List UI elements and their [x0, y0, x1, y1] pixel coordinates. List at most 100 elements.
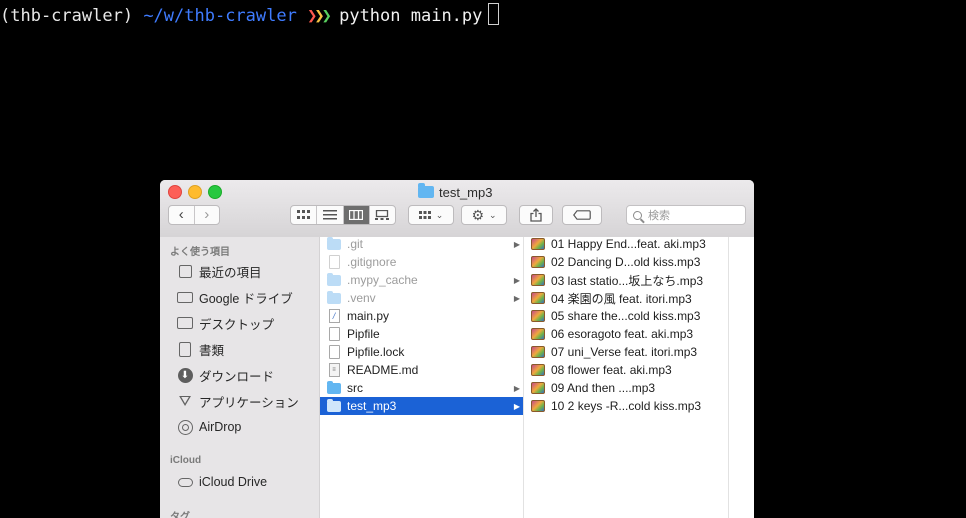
sidebar-item-label: 最近の項目: [199, 265, 262, 280]
sidebar-item-label: アプリケーション: [199, 395, 299, 410]
list-view-button[interactable]: [316, 206, 342, 224]
item-name: 04 楽園の風 feat. itori.mp3: [551, 291, 692, 306]
share-button[interactable]: [519, 205, 553, 225]
share-icon: [530, 208, 542, 222]
sidebar-item-label: Google ドライブ: [199, 291, 293, 306]
project-folder-column: .git ▶ .gitignore .mypy_cache ▶ .venv ▶ …: [320, 235, 524, 518]
item-name: test_mp3: [347, 399, 397, 413]
list-item-mp3[interactable]: 06 esoragoto feat. aki.mp3: [524, 325, 728, 343]
cloud-icon: [177, 474, 193, 490]
group-icon: [418, 210, 431, 219]
back-button[interactable]: ‹: [169, 206, 194, 224]
list-item-test-mp3[interactable]: test_mp3 ▶: [320, 397, 523, 415]
item-name: .gitignore: [347, 255, 397, 269]
item-name: 07 uni_Verse feat. itori.mp3: [551, 345, 698, 359]
terminal[interactable]: (thb-crawler) ~/w/thb-crawler ❯❯❯ python…: [0, 0, 966, 180]
list-item-readme[interactable]: ≡ README.md: [320, 361, 523, 379]
list-item-pipfile-lock[interactable]: Pipfile.lock: [320, 343, 523, 361]
list-item-src[interactable]: src ▶: [320, 379, 523, 397]
audio-file-icon: [531, 291, 545, 305]
audio-file-icon: [531, 273, 545, 287]
sidebar-item-label: デスクトップ: [199, 317, 275, 332]
list-item-mp3[interactable]: 03 last statio...坂上なち.mp3: [524, 271, 728, 289]
item-name: README.md: [347, 363, 419, 377]
list-item-gitignore[interactable]: .gitignore: [320, 253, 523, 271]
group-by-button[interactable]: ⌄: [408, 205, 454, 225]
list-item-mp3[interactable]: 05 share the...cold kiss.mp3: [524, 307, 728, 325]
list-item-mypy-cache[interactable]: .mypy_cache ▶: [320, 271, 523, 289]
sidebar-item-label: ダウンロード: [199, 369, 275, 384]
list-item-mp3[interactable]: 08 flower feat. aki.mp3: [524, 361, 728, 379]
zoom-window-button[interactable]: [208, 185, 222, 199]
folder-icon: [327, 380, 341, 395]
item-name: 05 share the...cold kiss.mp3: [551, 309, 701, 323]
gallery-view-button[interactable]: [368, 206, 395, 224]
list-item-mp3[interactable]: 07 uni_Verse feat. itori.mp3: [524, 343, 728, 361]
list-item-mp3[interactable]: 09 And then ....mp3: [524, 379, 728, 397]
virtualenv-name: (thb-crawler): [0, 6, 134, 26]
list-item-venv[interactable]: .venv ▶: [320, 289, 523, 307]
downloads-icon: ⬇: [177, 367, 193, 383]
item-name: .mypy_cache: [347, 273, 418, 287]
search-field[interactable]: 検索: [626, 205, 746, 225]
window-titlebar[interactable]: test_mp3 ‹ › ⌄ ⚙ ⌄ 検索: [160, 180, 754, 238]
list-item-git[interactable]: .git ▶: [320, 235, 523, 253]
audio-file-icon: [531, 237, 545, 251]
item-name: src: [347, 381, 363, 395]
sidebar-item-google-drive[interactable]: Google ドライブ: [177, 287, 293, 307]
airdrop-icon: [177, 419, 193, 435]
list-item-mp3[interactable]: 10 2 keys -R...cold kiss.mp3: [524, 397, 728, 415]
gallery-view-icon: [375, 210, 390, 220]
edit-tags-button[interactable]: [562, 205, 602, 225]
action-menu-button[interactable]: ⚙ ⌄: [461, 205, 507, 225]
column-view-icon: [349, 210, 364, 220]
list-item-main-py[interactable]: / main.py: [320, 307, 523, 325]
tags-header: タグ: [170, 512, 190, 518]
list-item-pipfile[interactable]: Pipfile: [320, 325, 523, 343]
prompt-arrows-icon: ❯❯❯: [307, 6, 332, 26]
file-icon: [327, 255, 341, 269]
window-title-text: test_mp3: [439, 184, 493, 200]
empty-column: [729, 237, 754, 518]
audio-file-icon: [531, 381, 545, 395]
icon-view-icon: [296, 210, 310, 219]
folder-icon: [327, 236, 341, 251]
terminal-command: python main.py: [339, 6, 483, 26]
sidebar-item-desktop[interactable]: デスクトップ: [177, 313, 274, 333]
gear-icon: ⚙: [471, 206, 484, 223]
item-name: .git: [347, 237, 364, 251]
item-name: 06 esoragoto feat. aki.mp3: [551, 327, 694, 341]
folder-icon: [327, 398, 341, 413]
item-name: Pipfile.lock: [347, 345, 405, 359]
forward-button[interactable]: ›: [193, 206, 220, 224]
list-item-mp3[interactable]: 04 楽園の風 feat. itori.mp3: [524, 289, 728, 307]
icloud-header: iCloud: [170, 455, 202, 466]
sidebar-item-documents[interactable]: 書類: [177, 339, 224, 359]
sidebar-item-airdrop[interactable]: AirDrop: [177, 417, 241, 437]
item-name: 02 Dancing D...old kiss.mp3: [551, 255, 701, 269]
chevron-down-icon: ⌄: [489, 209, 497, 220]
close-window-button[interactable]: [168, 185, 182, 199]
chevron-right-icon: ▶: [513, 383, 520, 393]
list-item-mp3[interactable]: 01 Happy End...feat. aki.mp3: [524, 235, 728, 253]
item-name: .venv: [347, 291, 376, 305]
view-mode-group: [290, 205, 396, 225]
terminal-prompt-line: (thb-crawler) ~/w/thb-crawler ❯❯❯ python…: [0, 3, 500, 27]
minimize-window-button[interactable]: [188, 185, 202, 199]
audio-file-icon: [531, 309, 545, 323]
audio-file-icon: [531, 255, 545, 269]
mp3-files-column: 01 Happy End...feat. aki.mp3 02 Dancing …: [524, 237, 729, 518]
audio-file-icon: [531, 327, 545, 341]
icon-view-button[interactable]: [291, 206, 316, 224]
sidebar-item-icloud-drive[interactable]: iCloud Drive: [177, 472, 267, 492]
sidebar-item-applications[interactable]: ⛛ アプリケーション: [177, 391, 299, 411]
item-name: 03 last statio...坂上なち.mp3: [551, 273, 704, 288]
sidebar-item-downloads[interactable]: ⬇ ダウンロード: [177, 365, 274, 385]
applications-icon: ⛛: [178, 392, 192, 410]
column-view-button[interactable]: [342, 206, 369, 224]
folder-icon: [327, 272, 341, 287]
chevron-right-icon: ▶: [513, 401, 520, 411]
sidebar-item-recents[interactable]: 最近の項目: [177, 261, 262, 281]
item-name: 01 Happy End...feat. aki.mp3: [551, 237, 706, 251]
list-item-mp3[interactable]: 02 Dancing D...old kiss.mp3: [524, 253, 728, 271]
